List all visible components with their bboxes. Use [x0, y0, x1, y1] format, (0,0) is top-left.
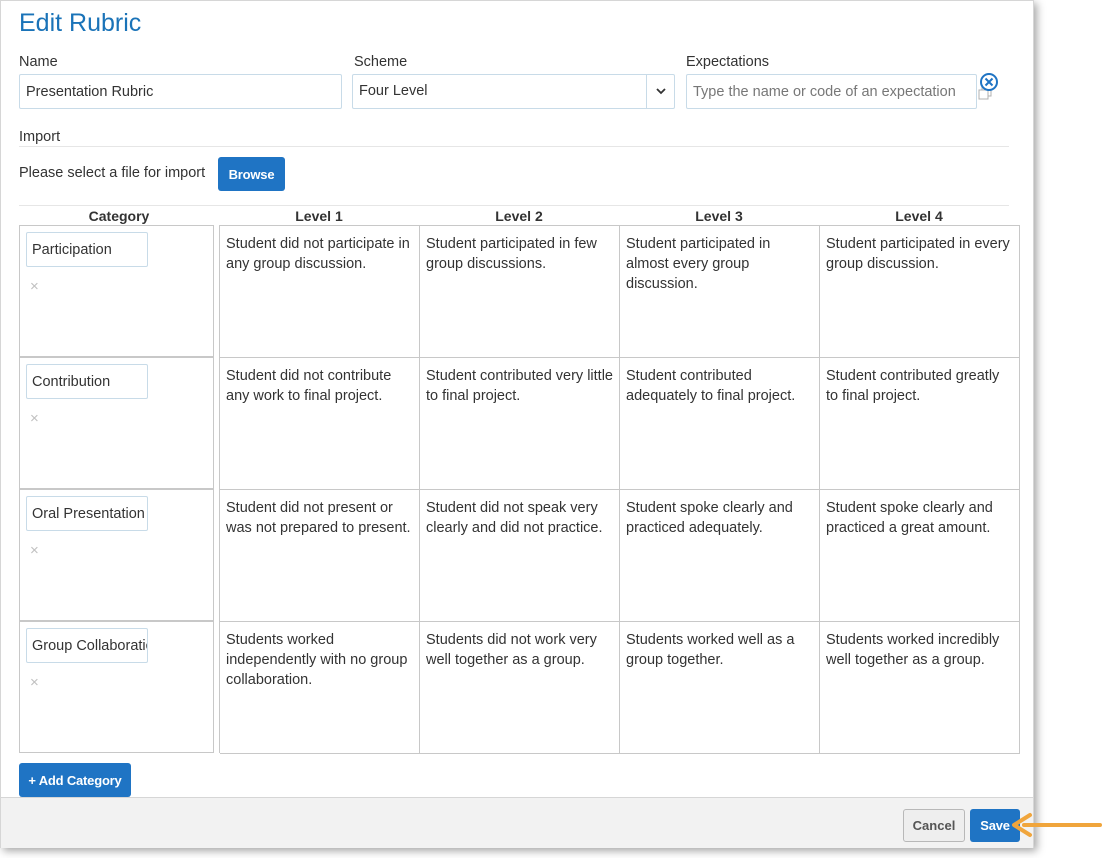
level-description-cell[interactable]: Student did not speak very clearly and d…	[420, 490, 620, 622]
level-description-cell[interactable]: Student spoke clearly and practiced adeq…	[620, 490, 820, 622]
level-3-header: Level 3	[695, 208, 743, 224]
name-label: Name	[19, 54, 58, 70]
level-description-cell[interactable]: Student did not present or was not prepa…	[220, 490, 420, 622]
level-1-header: Level 1	[295, 208, 343, 224]
category-name-input[interactable]: Group Collaboration	[26, 628, 148, 663]
remove-category-icon[interactable]: ×	[30, 674, 39, 691]
level-description-cell[interactable]: Students did not work very well together…	[420, 622, 620, 754]
page-title: Edit Rubric	[19, 9, 142, 37]
level-2-header: Level 2	[495, 208, 543, 224]
expectations-input[interactable]: Type the name or code of an expectation	[686, 74, 977, 109]
level-description-cell[interactable]: Student contributed very little to final…	[420, 358, 620, 490]
level-description-cell[interactable]: Students worked incredibly well together…	[820, 622, 1020, 754]
name-input[interactable]: Presentation Rubric	[19, 74, 342, 109]
level-description-cell[interactable]: Student spoke clearly and practiced a gr…	[820, 490, 1020, 622]
level-description-cell[interactable]: Student participated in every group disc…	[820, 226, 1020, 358]
orange-arrow-icon	[1012, 813, 1102, 837]
import-divider	[19, 146, 1009, 147]
edit-rubric-dialog: Edit Rubric Name Presentation Rubric Sch…	[0, 0, 1034, 848]
remove-category-icon[interactable]: ×	[30, 278, 39, 295]
category-name-input[interactable]: Participation	[26, 232, 148, 267]
level-description-cell[interactable]: Student did not participate in any group…	[220, 226, 420, 358]
remove-category-icon[interactable]: ×	[30, 410, 39, 427]
rubric-level-grid: Student did not participate in any group…	[219, 225, 1020, 754]
level-description-cell[interactable]: Student contributed adequately to final …	[620, 358, 820, 490]
category-cell: Oral Presentation ×	[19, 489, 214, 621]
level-description-cell[interactable]: Students worked independently with no gr…	[220, 622, 420, 754]
chevron-down-icon[interactable]	[646, 75, 674, 108]
cancel-button[interactable]: Cancel	[903, 809, 965, 842]
remove-category-icon[interactable]: ×	[30, 542, 39, 559]
dialog-footer: Cancel Save	[1, 797, 1033, 848]
category-cell: Participation ×	[19, 225, 214, 357]
scheme-select[interactable]: Four Level	[352, 74, 675, 109]
import-prompt: Please select a file for import	[19, 165, 206, 181]
level-4-header: Level 4	[895, 208, 943, 224]
expectations-label: Expectations	[686, 54, 770, 70]
level-description-cell[interactable]: Student contributed greatly to final pro…	[820, 358, 1020, 490]
scheme-label: Scheme	[354, 54, 408, 70]
scheme-select-value: Four Level	[359, 83, 428, 99]
level-description-cell[interactable]: Student did not contribute any work to f…	[220, 358, 420, 490]
category-name-input[interactable]: Contribution	[26, 364, 148, 399]
table-divider	[19, 205, 1009, 206]
category-cell: Contribution ×	[19, 357, 214, 489]
circle-x-icon[interactable]	[979, 72, 999, 92]
category-name-input[interactable]: Oral Presentation	[26, 496, 148, 531]
category-header: Category	[88, 208, 150, 224]
import-label: Import	[19, 129, 61, 145]
category-cell: Group Collaboration ×	[19, 621, 214, 753]
level-description-cell[interactable]: Student participated in few group discus…	[420, 226, 620, 358]
add-category-button[interactable]: + Add Category	[19, 763, 131, 797]
level-description-cell[interactable]: Students worked well as a group together…	[620, 622, 820, 754]
level-description-cell[interactable]: Student participated in almost every gro…	[620, 226, 820, 358]
browse-button[interactable]: Browse	[218, 157, 285, 191]
